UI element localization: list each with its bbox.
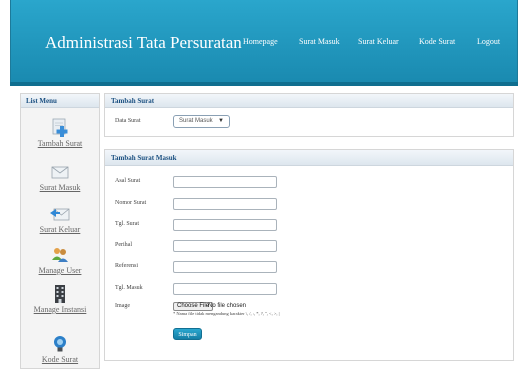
lightbulb-icon bbox=[54, 336, 66, 352]
jenis-surat-label: Data Surat bbox=[115, 118, 141, 124]
sidebar-item-tambah-surat[interactable]: Tambah Surat bbox=[21, 118, 99, 148]
add-document-icon bbox=[52, 118, 68, 137]
field-label: Tgl. Surat bbox=[115, 221, 139, 227]
nav-surat-keluar[interactable]: Surat Keluar bbox=[358, 37, 399, 46]
tgl-surat-input[interactable] bbox=[173, 219, 277, 231]
field-row-perihal: Perihal bbox=[105, 238, 513, 254]
field-label: Asal Surat bbox=[115, 178, 141, 184]
tambah-surat-panel: Tambah Surat Data Surat Surat Masuk ▼ bbox=[104, 93, 514, 137]
panel-title: Tambah Surat bbox=[105, 94, 513, 108]
sidebar-item-label: Manage Instansi bbox=[33, 305, 87, 314]
field-row-tgl-masuk: Tgl. Masuk bbox=[105, 281, 513, 297]
tambah-surat-masuk-panel: Tambah Surat Masuk Asal Surat Nomor Sura… bbox=[104, 149, 514, 361]
app-header: Administrasi Tata Persuratan Homepage Su… bbox=[10, 0, 518, 82]
file-status-text: No file chosen bbox=[208, 303, 247, 309]
nav-logout[interactable]: Logout bbox=[477, 37, 500, 46]
asal-surat-input[interactable] bbox=[173, 176, 277, 188]
nomor-surat-input[interactable] bbox=[173, 198, 277, 210]
field-row-nomor-surat: Nomor Surat bbox=[105, 196, 513, 212]
field-row-image: Image Choose File No file chosen * Nama … bbox=[105, 302, 513, 322]
jenis-surat-value: Surat Masuk bbox=[179, 118, 213, 124]
sidebar-item-label: Surat Masuk bbox=[39, 183, 81, 192]
sidebar: List Menu Tambah Surat Surat Masuk Surat… bbox=[20, 93, 100, 369]
panel-title: Tambah Surat Masuk bbox=[105, 150, 513, 166]
sidebar-item-surat-masuk[interactable]: Surat Masuk bbox=[21, 162, 99, 192]
sidebar-item-label: Kode Surat bbox=[41, 355, 79, 364]
simpan-button[interactable]: Simpan bbox=[173, 328, 202, 340]
sidebar-item-label: Manage User bbox=[38, 266, 82, 275]
header-band bbox=[10, 82, 518, 86]
file-hint-text: * Nama file tidak mengandung karakter \,… bbox=[173, 311, 280, 316]
image-label: Image bbox=[115, 303, 130, 309]
field-row-referensi: Referensi bbox=[105, 259, 513, 275]
nav-homepage[interactable]: Homepage bbox=[243, 37, 278, 46]
users-icon bbox=[52, 248, 68, 262]
sidebar-title: List Menu bbox=[21, 94, 99, 108]
site-title: Administrasi Tata Persuratan bbox=[45, 33, 242, 52]
field-row-tgl-surat: Tgl. Surat bbox=[105, 217, 513, 233]
sidebar-item-label: Tambah Surat bbox=[37, 139, 83, 148]
field-label: Tgl. Masuk bbox=[115, 285, 143, 291]
nav-kode-surat[interactable]: Kode Surat bbox=[419, 37, 455, 46]
chevron-down-icon: ▼ bbox=[218, 118, 224, 124]
outgoing-mail-icon bbox=[50, 208, 70, 221]
perihal-input[interactable] bbox=[173, 240, 277, 252]
field-label: Nomor Surat bbox=[115, 200, 147, 206]
incoming-mail-icon bbox=[51, 166, 69, 179]
field-row-asal-surat: Asal Surat bbox=[105, 174, 513, 190]
tgl-masuk-input[interactable] bbox=[173, 283, 277, 295]
sidebar-item-manage-instansi[interactable]: Manage Instansi bbox=[21, 284, 99, 314]
nav-surat-masuk[interactable]: Surat Masuk bbox=[299, 37, 340, 46]
choose-file-button[interactable]: Choose File bbox=[173, 302, 214, 311]
referensi-input[interactable] bbox=[173, 261, 277, 273]
jenis-surat-row: Data Surat Surat Masuk ▼ bbox=[105, 108, 513, 136]
building-icon bbox=[55, 285, 65, 303]
jenis-surat-select[interactable]: Surat Masuk ▼ bbox=[173, 115, 230, 128]
sidebar-item-surat-keluar[interactable]: Surat Keluar bbox=[21, 204, 99, 234]
sidebar-item-label: Surat Keluar bbox=[39, 225, 81, 234]
field-label: Referensi bbox=[115, 263, 138, 269]
sidebar-item-manage-user[interactable]: Manage User bbox=[21, 245, 99, 275]
sidebar-item-kode-surat[interactable]: Kode Surat bbox=[21, 334, 99, 364]
field-label: Perihal bbox=[115, 242, 132, 248]
